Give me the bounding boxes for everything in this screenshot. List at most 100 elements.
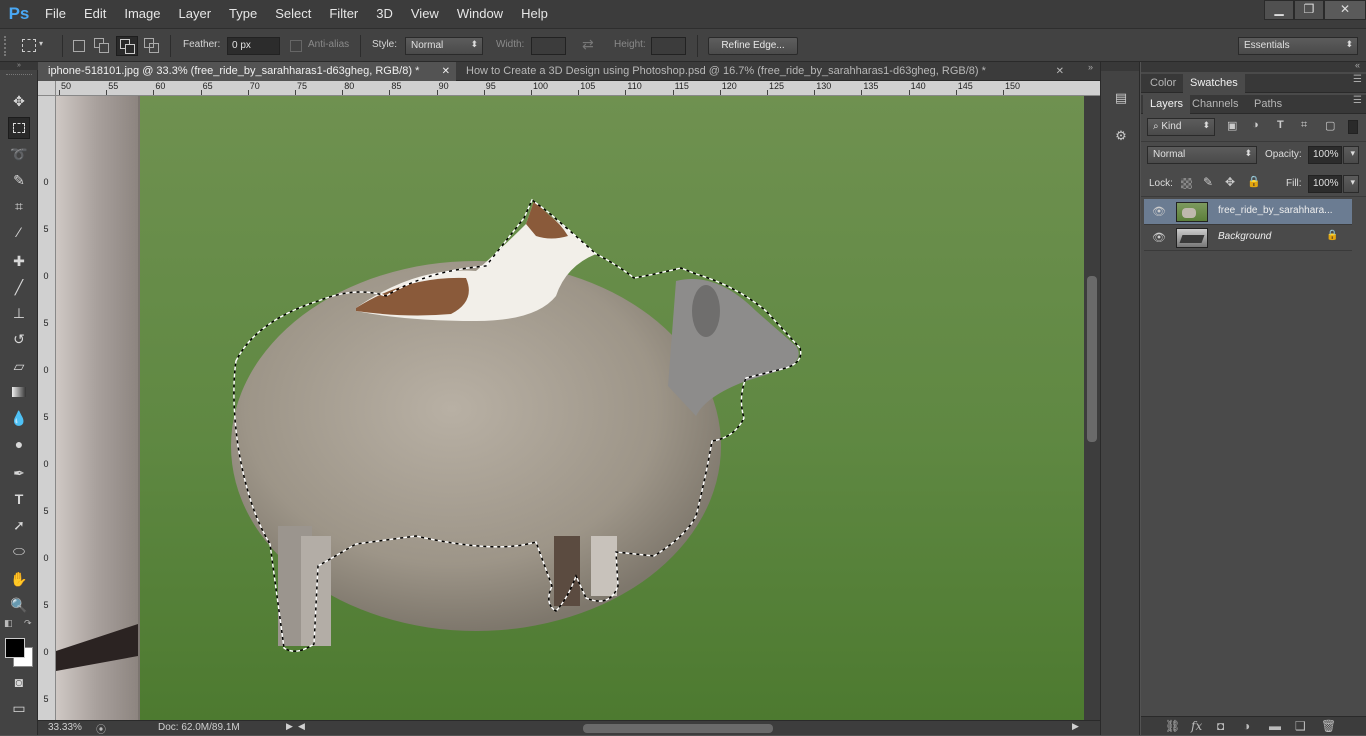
height-input[interactable] [651,37,686,55]
marquee-icon[interactable] [8,117,30,139]
kind-filter-select[interactable]: ⌕ Kind ⬍ [1147,118,1215,136]
new-layer-icon[interactable]: ❑ [1295,719,1306,733]
panel-menu-icon[interactable]: ☰ [1353,74,1362,85]
grip-handle[interactable] [6,74,32,76]
lock-position-icon[interactable]: ✥ [1225,175,1235,189]
menu-type[interactable]: Type [220,0,266,28]
zoom-icon[interactable]: 🔍 [8,594,30,616]
panel-header[interactable]: « [1141,60,1366,72]
ellipse-icon[interactable]: ⬭ [8,540,30,562]
vertical-ruler[interactable]: 0505050505050 [38,96,56,720]
swap-icon[interactable]: ⇄ [582,36,594,53]
menu-view[interactable]: View [402,0,448,28]
adjustment-layer-icon[interactable]: ◑ [1243,719,1250,733]
scroll-right-icon[interactable]: ▶ [1072,721,1079,732]
smart-object-filter-icon[interactable]: ▢ [1325,119,1335,132]
menu-filter[interactable]: Filter [320,0,367,28]
crop-icon[interactable]: ⌗ [8,195,30,217]
add-selection-icon[interactable] [94,38,110,54]
fx-icon[interactable]: fx [1191,719,1202,733]
lock-all-icon[interactable]: 🔒 [1247,175,1261,188]
brush-icon[interactable]: ╱ [8,276,30,298]
eraser-icon[interactable]: ▱ [8,355,30,377]
tab-iphone-document[interactable]: iphone-518101.jpg @ 33.3% (free_ride_by_… [38,62,456,81]
collapse-icon[interactable]: « [1355,60,1360,70]
fill-input[interactable]: 100% [1308,175,1342,193]
menu-select[interactable]: Select [266,0,320,28]
quick-select-icon[interactable]: ✎ [8,169,30,191]
lock-transparent-icon[interactable] [1181,178,1192,189]
refine-edge-button[interactable]: Refine Edge... [708,37,798,55]
close-icon[interactable]: ✕ [442,62,450,81]
document-canvas[interactable] [56,96,1084,720]
style-select[interactable]: Normal ⬍ [405,37,483,55]
tab-3d-design-document[interactable]: How to Create a 3D Design using Photosho… [456,62,1070,81]
link-layers-icon[interactable]: ⛓ [1165,719,1180,733]
tab-layers[interactable]: Layers [1143,95,1191,114]
play-arrow-icon[interactable]: ▶ [286,721,293,732]
stamp-icon[interactable]: ⊥ [8,302,30,324]
horizontal-scroll-thumb[interactable] [583,724,773,733]
eyedropper-icon[interactable]: ⁄ [8,221,30,243]
swap-colors-icon[interactable]: ↷ [24,618,32,629]
tab-swatches[interactable]: Swatches [1183,74,1245,93]
pixel-filter-icon[interactable]: ▣ [1227,119,1237,132]
blur-icon[interactable]: 💧 [8,407,30,429]
menu-layer[interactable]: Layer [170,0,221,28]
share-icon[interactable]: ⦿ [96,721,106,736]
opacity-dropdown[interactable]: ▾ [1343,146,1359,164]
dodge-icon[interactable]: ● [8,433,30,455]
grip-handle[interactable] [4,36,10,56]
pen-icon[interactable]: ✒ [8,462,30,484]
ruler-corner[interactable] [38,81,56,96]
healing-icon[interactable]: ✚ [8,250,30,272]
layer-row-background[interactable]: 👁 Background 🔒 [1144,225,1352,251]
type-filter-icon[interactable]: T [1277,119,1284,131]
move-icon[interactable]: ✥ [8,90,30,112]
menu-help[interactable]: Help [512,0,557,28]
tab-color[interactable]: Color [1143,74,1183,93]
history-icon[interactable]: ▤ [1111,88,1131,108]
foreground-color-swatch[interactable] [5,638,25,658]
horizontal-ruler[interactable]: 50 55 60 65 70 75 80 85 90 95 100 105 110 115 120 125 13… [56,81,1100,96]
lasso-icon[interactable]: ➰ [8,143,30,165]
vertical-scrollbar[interactable] [1084,96,1100,720]
new-selection-icon[interactable] [73,40,85,52]
panel-menu-icon[interactable]: ☰ [1353,95,1362,106]
hand-icon[interactable]: ✋ [8,568,30,590]
tabs-overflow-icon[interactable]: » [1088,62,1093,72]
eye-icon[interactable]: 👁 [1152,205,1166,218]
menu-image[interactable]: Image [115,0,169,28]
lock-paint-icon[interactable]: ✎ [1203,175,1213,189]
width-input[interactable] [531,37,566,55]
path-select-icon[interactable]: ➚ [8,514,30,536]
opacity-input[interactable]: 100% [1308,146,1342,164]
gradient-icon[interactable] [8,381,30,403]
zoom-level[interactable]: 33.33% [48,722,82,733]
subtract-selection-icon[interactable] [116,36,138,56]
type-icon[interactable]: T [8,488,30,510]
collapse-toggle[interactable]: » [0,62,38,70]
layer-name[interactable]: Background [1218,231,1271,242]
add-mask-icon[interactable]: ◘ [1217,719,1224,733]
menu-3d[interactable]: 3D [367,0,402,28]
adjustment-filter-icon[interactable]: ◑ [1252,119,1259,131]
workspace-select[interactable]: Essentials ⬍ [1238,37,1358,55]
default-colors-icon[interactable]: ◧ [4,618,13,629]
group-folder-icon[interactable]: ▬ [1269,719,1281,733]
properties-icon[interactable]: ⚙ [1111,126,1131,146]
tab-paths[interactable]: Paths [1247,95,1289,114]
close-icon[interactable]: ✕ [1056,62,1064,81]
tab-channels[interactable]: Channels [1185,95,1245,114]
eye-icon[interactable]: 👁 [1152,231,1166,244]
antialias-checkbox[interactable] [290,40,302,52]
close-button[interactable]: ✕ [1324,0,1366,20]
quick-mask-icon[interactable]: ◙ [8,671,30,693]
dock-header[interactable] [1101,62,1139,71]
feather-input[interactable]: 0 px [227,37,280,55]
trash-icon[interactable]: 🗑 [1321,719,1336,733]
minimize-button[interactable]: ▁ [1264,0,1294,20]
screen-mode-icon[interactable]: ▭ [8,697,30,719]
menu-window[interactable]: Window [448,0,512,28]
tool-preset-picker[interactable]: ▾ [20,36,48,56]
